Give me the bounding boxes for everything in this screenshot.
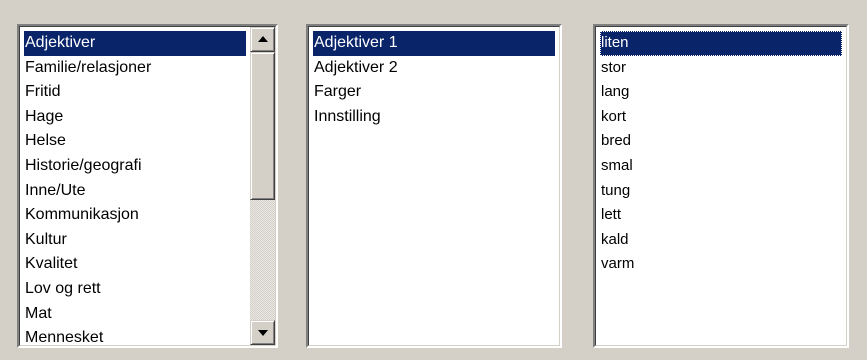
category-listbox[interactable]: Adjektiver Familie/relasjoner Fritid Hage He… bbox=[17, 24, 278, 348]
word-item[interactable]: smal bbox=[600, 154, 842, 179]
scroll-down-arrow-icon bbox=[258, 330, 268, 336]
category-scrollbar[interactable] bbox=[250, 27, 275, 345]
word-item[interactable]: liten bbox=[600, 31, 842, 56]
scroll-down-button[interactable] bbox=[250, 320, 275, 345]
subcategory-item[interactable]: Farger bbox=[313, 80, 555, 105]
category-item[interactable]: Historie/geografi bbox=[24, 154, 246, 179]
category-item[interactable]: Inne/Ute bbox=[24, 179, 246, 204]
scroll-up-button[interactable] bbox=[250, 27, 275, 52]
word-item[interactable]: lett bbox=[600, 203, 842, 228]
category-item[interactable]: Lov og rett bbox=[24, 277, 246, 302]
category-item[interactable]: Kvalitet bbox=[24, 252, 246, 277]
word-item[interactable]: tung bbox=[600, 179, 842, 204]
category-item[interactable]: Mat bbox=[24, 302, 246, 327]
category-item[interactable]: Adjektiver bbox=[24, 31, 246, 56]
category-item[interactable]: Kultur bbox=[24, 228, 246, 253]
word-item[interactable]: lang bbox=[600, 80, 842, 105]
word-item[interactable]: varm bbox=[600, 252, 842, 277]
subcategory-listbox[interactable]: Adjektiver 1 Adjektiver 2 Farger Innstillin… bbox=[306, 24, 562, 348]
word-item[interactable]: bred bbox=[600, 129, 842, 154]
scroll-thumb[interactable] bbox=[250, 52, 275, 200]
category-item[interactable]: Fritid bbox=[24, 80, 246, 105]
category-item[interactable]: Familie/relasjoner bbox=[24, 56, 246, 81]
category-list: Adjektiver Familie/relasjoner Fritid Hage He… bbox=[24, 31, 246, 345]
word-listbox[interactable]: liten stor lang kort bred smal tung lett kald var… bbox=[593, 24, 849, 348]
subcategory-item[interactable]: Adjektiver 1 bbox=[313, 31, 555, 56]
category-item[interactable]: Hage bbox=[24, 105, 246, 130]
category-item[interactable]: Mennesket bbox=[24, 326, 246, 345]
category-item[interactable]: Kommunikasjon bbox=[24, 203, 246, 228]
word-list: liten stor lang kort bred smal tung lett kald var… bbox=[600, 31, 842, 277]
scroll-up-arrow-icon bbox=[258, 36, 268, 42]
word-item[interactable]: kald bbox=[600, 228, 842, 253]
word-item[interactable]: stor bbox=[600, 56, 842, 81]
category-item[interactable]: Helse bbox=[24, 129, 246, 154]
word-item[interactable]: kort bbox=[600, 105, 842, 130]
subcategory-item[interactable]: Adjektiver 2 bbox=[313, 56, 555, 81]
subcategory-item[interactable]: Innstilling bbox=[313, 105, 555, 130]
subcategory-list: Adjektiver 1 Adjektiver 2 Farger Innstillin… bbox=[313, 31, 555, 129]
